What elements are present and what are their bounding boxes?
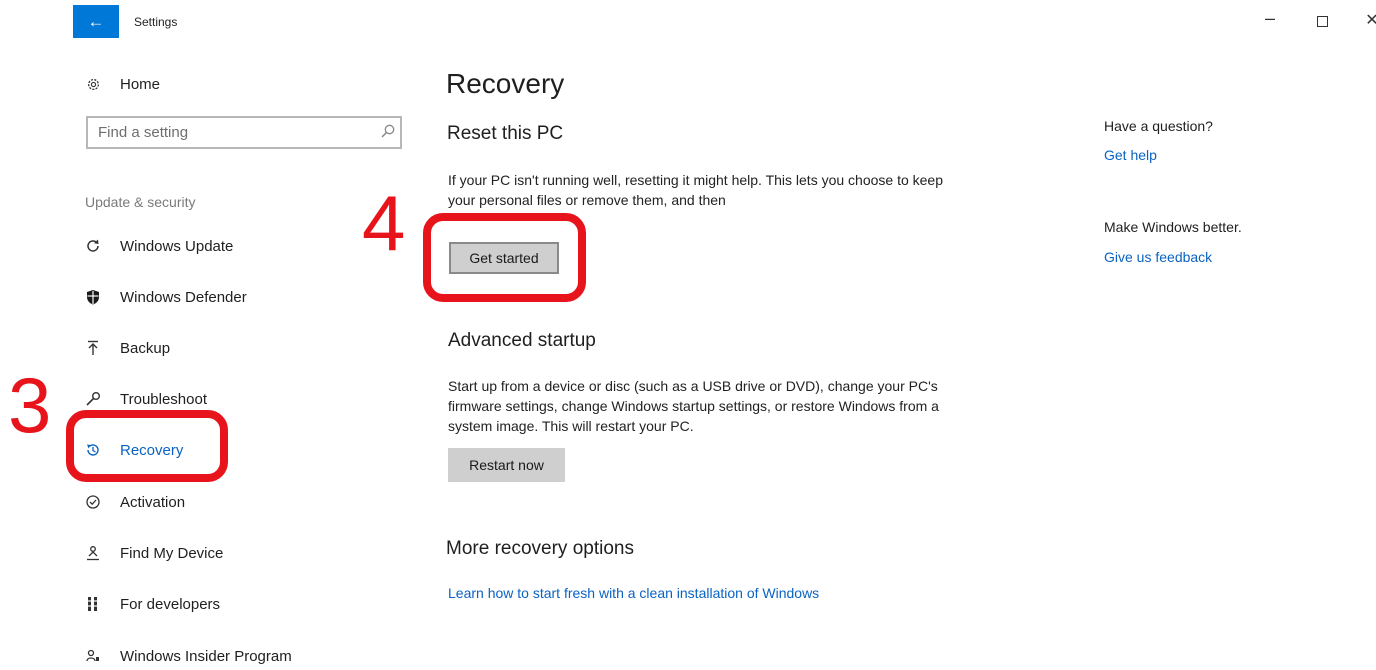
reset-heading: Reset this PC: [447, 123, 564, 144]
sidebar-item-label: Windows Insider Program: [120, 647, 292, 665]
sidebar-item-label: Windows Defender: [120, 288, 247, 306]
make-windows-better-label: Make Windows better.: [1104, 219, 1242, 235]
sidebar-item-label: Windows Update: [120, 237, 234, 255]
wrench-icon: [82, 391, 104, 407]
gear-icon: [82, 77, 104, 92]
person-pin-icon: [82, 545, 104, 561]
minimize-button[interactable]: –: [1258, 8, 1282, 29]
sidebar-home-label: Home: [120, 75, 161, 93]
more-recovery-heading: More recovery options: [446, 538, 634, 559]
developer-tools-icon: [82, 596, 104, 612]
annotation-step-4: 4: [362, 179, 406, 267]
sidebar-item-windows-update[interactable]: Windows Update: [82, 232, 233, 260]
sidebar-item-activation[interactable]: Activation: [82, 488, 185, 516]
close-button[interactable]: ✕: [1360, 9, 1376, 30]
refresh-icon: [82, 238, 104, 254]
sidebar-item-label: Activation: [120, 493, 186, 511]
advanced-startup-description: Start up from a device or disc (such as …: [448, 378, 939, 434]
sidebar-item-windows-defender[interactable]: Windows Defender: [82, 283, 247, 311]
fresh-start-link[interactable]: Learn how to start fresh with a clean in…: [448, 585, 819, 601]
annotation-box-get-started: [423, 213, 586, 302]
page-title: Recovery: [446, 68, 565, 99]
upload-icon: [82, 340, 104, 356]
restart-now-button[interactable]: Restart now: [448, 448, 565, 482]
search-input[interactable]: [88, 118, 378, 146]
advanced-startup-heading: Advanced startup: [448, 330, 596, 351]
feedback-link[interactable]: Give us feedback: [1104, 249, 1212, 265]
sidebar-home[interactable]: Home: [82, 70, 160, 98]
search-box[interactable]: [86, 116, 402, 149]
back-button[interactable]: ←: [73, 5, 119, 38]
sidebar-item-label: Troubleshoot: [120, 390, 207, 408]
shield-icon: [82, 289, 104, 305]
sidebar-item-label: Find My Device: [120, 544, 224, 562]
insider-icon: [82, 648, 104, 664]
sidebar-item-for-developers[interactable]: For developers: [82, 590, 220, 618]
sidebar-item-backup[interactable]: Backup: [82, 334, 170, 362]
close-icon: ✕: [1365, 12, 1376, 29]
question-label: Have a question?: [1104, 118, 1213, 134]
back-arrow-icon: ←: [87, 11, 105, 31]
maximize-button[interactable]: [1310, 11, 1334, 32]
sidebar-item-find-my-device[interactable]: Find My Device: [82, 539, 223, 567]
window-title: Settings: [134, 15, 178, 29]
minimize-icon: –: [1264, 8, 1275, 28]
get-help-link[interactable]: Get help: [1104, 147, 1157, 163]
maximize-icon: [1316, 16, 1328, 27]
sidebar-item-label: Backup: [120, 339, 171, 357]
search-icon[interactable]: [380, 123, 396, 144]
check-circle-icon: [82, 494, 104, 510]
sidebar-item-troubleshoot[interactable]: Troubleshoot: [82, 385, 207, 413]
annotation-box-recovery: [66, 410, 228, 482]
sidebar-item-label: For developers: [120, 595, 221, 613]
section-label: Update & security: [85, 194, 196, 210]
reset-description: If your PC isn't running well, resetting…: [448, 172, 943, 208]
annotation-step-3: 3: [8, 361, 52, 449]
